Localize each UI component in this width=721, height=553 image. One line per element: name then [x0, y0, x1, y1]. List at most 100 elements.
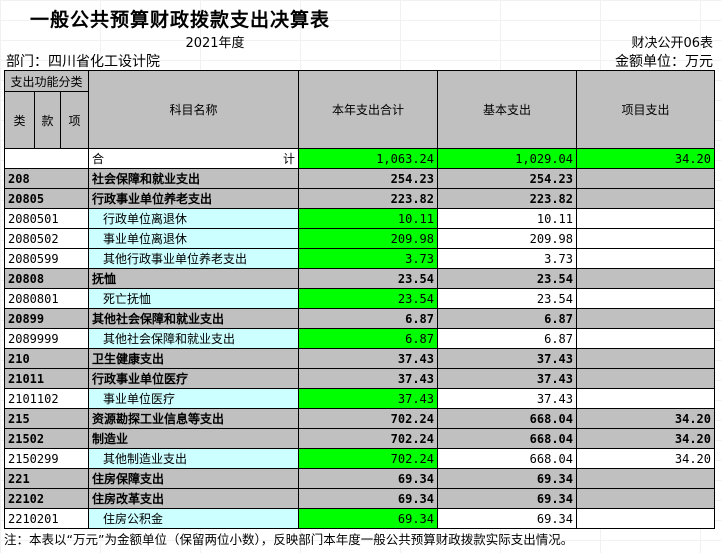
row-code: 21502: [4, 428, 89, 449]
row-code: 20805: [4, 188, 89, 209]
row-subject-name: 卫生健康支出: [88, 348, 299, 369]
row-code: 2080801: [4, 288, 89, 309]
row-subject-name: 死亡抚恤: [88, 288, 299, 309]
row-project: [576, 288, 715, 309]
row-code: 215: [4, 408, 89, 429]
row-code: 2080502: [4, 228, 89, 249]
row-project: [576, 368, 715, 389]
row-total: 37.43: [298, 348, 438, 369]
row-basic: 69.34: [437, 468, 577, 489]
row-total: 69.34: [298, 468, 438, 489]
row-basic: 69.34: [437, 488, 577, 509]
header-xiang: 项: [60, 91, 89, 149]
row-total: 209.98: [298, 228, 438, 249]
row-project: [576, 328, 715, 349]
header-subject: 科目名称: [88, 70, 299, 149]
row-project: [576, 268, 715, 289]
row-total: 69.34: [298, 508, 438, 529]
total-project: 34.20: [576, 148, 715, 169]
row-subject-name: 住房保障支出: [88, 468, 299, 489]
row-basic: 668.04: [437, 428, 577, 449]
report-year: 2021年度: [185, 36, 245, 51]
row-project: [576, 508, 715, 529]
header-lei: 类: [4, 91, 35, 149]
row-basic: 6.87: [437, 308, 577, 329]
table-row: 2080502 事业单位离退休 209.98 209.98: [4, 228, 715, 249]
header-kuan: 款: [34, 91, 61, 149]
row-total: 10.11: [298, 208, 438, 229]
row-subject-name: 事业单位医疗: [88, 388, 299, 409]
row-project: 34.20: [576, 428, 715, 449]
row-total: 223.82: [298, 188, 438, 209]
row-basic: 37.43: [437, 348, 577, 369]
row-subject-name: 其他社会保障和就业支出: [88, 308, 299, 329]
table-row: 20808 抚恤 23.54 23.54: [4, 268, 715, 289]
row-total: 69.34: [298, 488, 438, 509]
total-label-cell: 合 计: [88, 148, 299, 169]
row-code: 2089999: [4, 328, 89, 349]
row-total: 6.87: [298, 328, 438, 349]
row-code: 210: [4, 348, 89, 369]
spreadsheet: 一般公共预算财政拨款支出决算表 2021年度 财决公开06表 部门：四川省化工设…: [0, 0, 721, 553]
row-subject-name: 其他制造业支出: [88, 448, 299, 469]
row-basic: 23.54: [437, 268, 577, 289]
total-label-left: 合: [92, 152, 105, 166]
header-project: 项目支出: [576, 70, 715, 149]
total-code-cell: [4, 148, 89, 169]
row-project: [576, 208, 715, 229]
row-code: 2080599: [4, 248, 89, 269]
row-basic: 223.82: [437, 188, 577, 209]
footnote: 注：本表以“万元”为金额单位（保留两位小数），反映部门本年度一般公共预算财政拨款…: [4, 532, 574, 547]
row-subject-name: 制造业: [88, 428, 299, 449]
page-title: 一般公共预算财政拨款支出决算表: [30, 9, 331, 31]
row-project: [576, 248, 715, 269]
row-code: 20808: [4, 268, 89, 289]
row-subject-name: 其他社会保障和就业支出: [88, 328, 299, 349]
row-basic: 6.87: [437, 328, 577, 349]
header-basic: 基本支出: [437, 70, 577, 149]
form-number: 财决公开06表: [631, 36, 713, 51]
row-total: 702.24: [298, 448, 438, 469]
row-code: 21011: [4, 368, 89, 389]
row-project: [576, 168, 715, 189]
table-row: 2150299 其他制造业支出 702.24 668.04 34.20: [4, 448, 715, 469]
row-basic: 10.11: [437, 208, 577, 229]
row-project: [576, 468, 715, 489]
row-total: 254.23: [298, 168, 438, 189]
row-subject-name: 社会保障和就业支出: [88, 168, 299, 189]
row-subject-name: 资源勘探工业信息等支出: [88, 408, 299, 429]
table-row: 215 资源勘探工业信息等支出 702.24 668.04 34.20: [4, 408, 715, 429]
row-subject-name: 住房改革支出: [88, 488, 299, 509]
table-row: 22102 住房改革支出 69.34 69.34: [4, 488, 715, 509]
row-code: 2101102: [4, 388, 89, 409]
row-subject-name: 其他行政事业单位养老支出: [88, 248, 299, 269]
row-basic: 69.34: [437, 508, 577, 529]
row-project: [576, 228, 715, 249]
row-subject-name: 抚恤: [88, 268, 299, 289]
department-label: 部门：四川省化工设计院: [6, 54, 160, 70]
row-project: 34.20: [576, 448, 715, 469]
row-project: [576, 488, 715, 509]
row-basic: 23.54: [437, 288, 577, 309]
row-subject-name: 行政事业单位养老支出: [88, 188, 299, 209]
row-project: [576, 188, 715, 209]
row-total: 702.24: [298, 408, 438, 429]
row-subject-name: 住房公积金: [88, 508, 299, 529]
header-total: 本年支出合计: [298, 70, 438, 149]
row-code: 2080501: [4, 208, 89, 229]
table-row: 2080599 其他行政事业单位养老支出 3.73 3.73: [4, 248, 715, 269]
table-row: 20899 其他社会保障和就业支出 6.87 6.87: [4, 308, 715, 329]
total-label-right: 计: [282, 152, 295, 166]
table-row: 210 卫生健康支出 37.43 37.43: [4, 348, 715, 369]
row-code: 22102: [4, 488, 89, 509]
table-row: 208 社会保障和就业支出 254.23 254.23: [4, 168, 715, 189]
row-code: 221: [4, 468, 89, 489]
row-basic: 668.04: [437, 408, 577, 429]
row-total: 702.24: [298, 428, 438, 449]
table-row: 2080801 死亡抚恤 23.54 23.54: [4, 288, 715, 309]
row-basic: 209.98: [437, 228, 577, 249]
row-total: 3.73: [298, 248, 438, 269]
table-row: 2210201 住房公积金 69.34 69.34: [4, 508, 715, 529]
table-row: 2101102 事业单位医疗 37.43 37.43: [4, 388, 715, 409]
row-basic: 37.43: [437, 368, 577, 389]
